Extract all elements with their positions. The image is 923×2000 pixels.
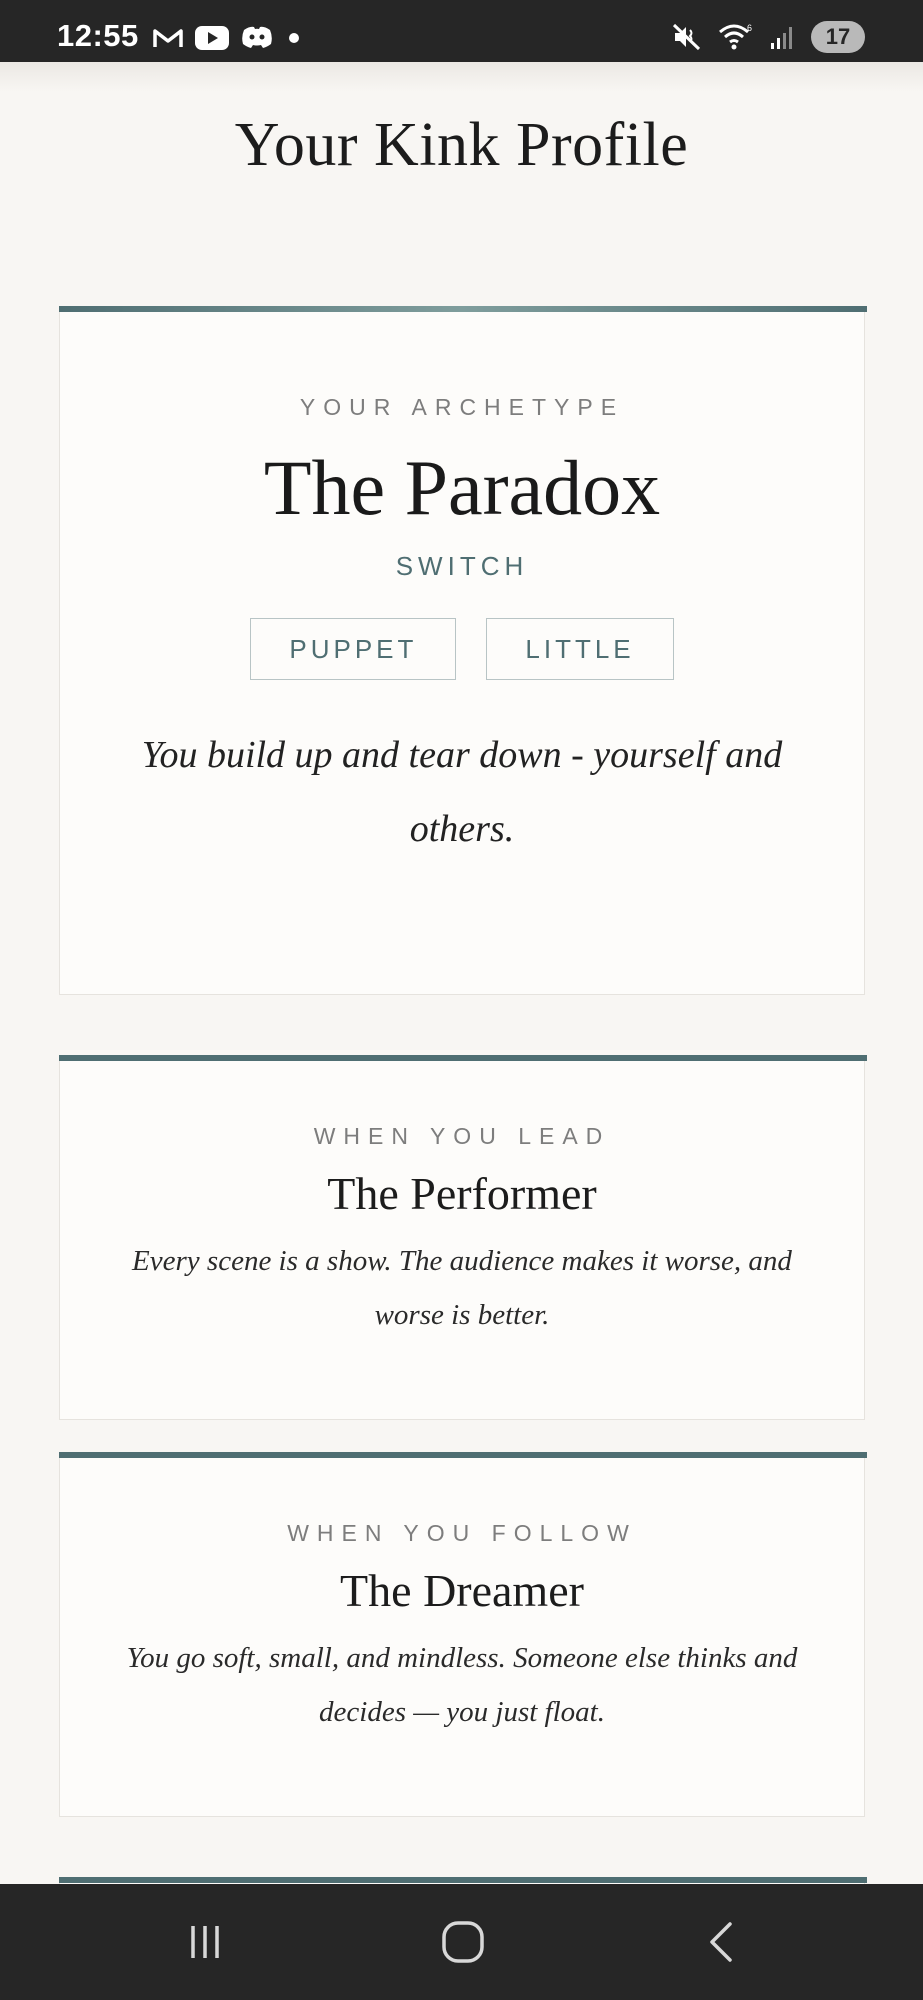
archetype-tags: PUPPET LITTLE bbox=[60, 618, 864, 680]
signal-icon bbox=[771, 27, 792, 49]
lead-eyebrow: WHEN YOU LEAD bbox=[313, 1123, 611, 1149]
tag-puppet[interactable]: PUPPET bbox=[250, 618, 457, 680]
follow-description-line2: decides — you just float. bbox=[319, 1696, 605, 1728]
recent-apps-icon bbox=[191, 1926, 219, 1958]
card-accent-bar bbox=[59, 1877, 867, 1883]
gmail-icon bbox=[153, 29, 183, 47]
archetype-name: The Paradox bbox=[263, 444, 661, 531]
header-shadow bbox=[0, 62, 923, 92]
dot-icon bbox=[289, 33, 299, 43]
archetype-eyebrow: YOUR ARCHETYPE bbox=[299, 394, 625, 420]
follow-eyebrow: WHEN YOU FOLLOW bbox=[287, 1520, 637, 1546]
lead-description-line1: Every scene is a show. The audience make… bbox=[132, 1245, 792, 1277]
wifi-icon: 6 bbox=[719, 23, 752, 50]
recent-apps-button[interactable] bbox=[145, 1884, 265, 2000]
card-accent-bar bbox=[59, 306, 867, 312]
back-button[interactable] bbox=[662, 1884, 782, 2000]
card-accent-bar bbox=[59, 1055, 867, 1061]
home-icon bbox=[442, 1921, 484, 1963]
svg-text:6: 6 bbox=[747, 23, 752, 33]
archetype-subtype: SWITCH bbox=[395, 551, 529, 581]
follow-role-name: The Dreamer bbox=[340, 1565, 584, 1616]
lead-description: Every scene is a show. The audience make… bbox=[60, 1234, 864, 1342]
lead-description-line2: worse is better. bbox=[374, 1299, 550, 1331]
status-time: 12:55 bbox=[57, 18, 139, 53]
page-title: Your Kink Profile bbox=[234, 111, 689, 179]
home-button[interactable] bbox=[403, 1884, 523, 2000]
discord-icon bbox=[242, 26, 272, 48]
lead-card: WHEN YOU LEAD The Performer Every scene … bbox=[59, 1055, 867, 1420]
lead-role-name: The Performer bbox=[327, 1168, 597, 1219]
mute-vibrate-icon bbox=[672, 23, 701, 51]
archetype-quote-line2: others. bbox=[409, 808, 515, 850]
follow-card: WHEN YOU FOLLOW The Dreamer You go soft,… bbox=[59, 1452, 867, 1817]
youtube-icon bbox=[195, 26, 229, 50]
notification-icons bbox=[152, 24, 304, 52]
tag-little[interactable]: LITTLE bbox=[486, 618, 674, 680]
archetype-card: YOUR ARCHETYPE The Paradox SWITCH PUPPET… bbox=[59, 306, 867, 995]
system-icons: 6 17 bbox=[671, 21, 865, 53]
archetype-quote-line1: You build up and tear down - yourself an… bbox=[141, 734, 783, 776]
battery-indicator: 17 bbox=[811, 21, 865, 53]
archetype-quote: You build up and tear down - yourself an… bbox=[60, 718, 864, 866]
card-accent-bar bbox=[59, 1452, 867, 1458]
back-icon bbox=[710, 1922, 732, 1962]
follow-description-line1: You go soft, small, and mindless. Someon… bbox=[126, 1642, 798, 1674]
system-nav-bar bbox=[0, 1884, 923, 2000]
status-bar: 12:55 6 17 bbox=[0, 0, 923, 62]
follow-description: You go soft, small, and mindless. Someon… bbox=[60, 1631, 864, 1739]
